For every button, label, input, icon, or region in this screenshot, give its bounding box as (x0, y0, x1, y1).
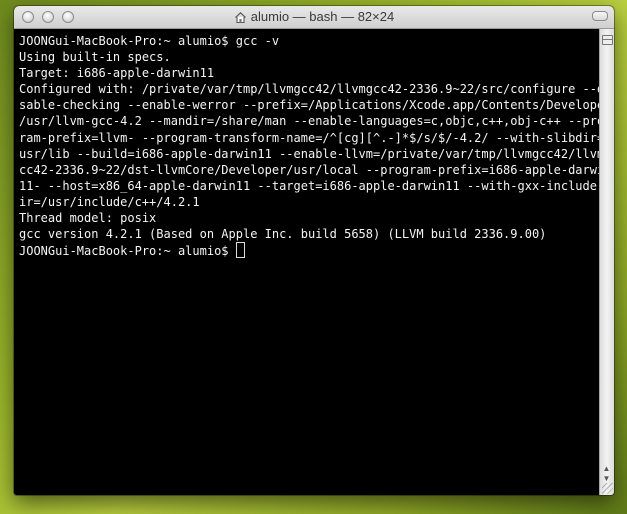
terminal-line: 11- --host=x86_64-apple-darwin11 --targe… (19, 178, 612, 193)
vertical-scrollbar[interactable]: ▲ ▼ (599, 29, 614, 495)
window-title-container: alumio — bash — 82×24 (14, 10, 614, 24)
terminal-line: Using built-in specs. (19, 50, 171, 65)
text-cursor (235, 242, 245, 259)
terminal-line: ir=/usr/include/c++/4.2.1 (19, 194, 200, 209)
terminal-line: sable-checking --enable-werror --prefix=… (19, 98, 612, 113)
terminal-window: alumio — bash — 82×24 JOONGui-MacBook-Pr… (14, 6, 614, 495)
terminal-line: gcc version 4.2.1 (Based on Apple Inc. b… (19, 227, 547, 242)
terminal-line: /usr/llvm-gcc-4.2 --mandir=/share/man --… (19, 114, 612, 129)
terminal-output[interactable]: JOONGui-MacBook-Pro:~ alumio$ gcc -v Usin… (14, 29, 612, 495)
terminal-line: ram-prefix=llvm- --program-transform-nam… (19, 130, 612, 145)
shell-prompt: JOONGui-MacBook-Pro:~ alumio$ (19, 244, 236, 259)
toolbar-toggle-button[interactable] (592, 11, 608, 21)
terminal-line: JOONGui-MacBook-Pro:~ alumio$ gcc -v (19, 34, 280, 48)
terminal-line: cc42-2336.9~22/dst-llvmCore/Developer/us… (19, 162, 612, 177)
terminal-line: Configured with: /private/var/tmp/llvmgc… (19, 82, 612, 97)
window-title: alumio — bash — 82×24 (250, 9, 395, 24)
resize-grip-icon[interactable] (602, 483, 613, 494)
house-icon (234, 11, 246, 23)
terminal-line: Target: i686-apple-darwin11 (19, 66, 215, 81)
scroll-down-arrow-icon[interactable]: ▼ (602, 474, 611, 483)
terminal-line: Thread model: posix (19, 211, 157, 226)
split-pane-icon[interactable] (602, 35, 613, 45)
title-bar[interactable]: alumio — bash — 82×24 (14, 6, 614, 29)
scroll-up-arrow-icon[interactable]: ▲ (602, 464, 611, 473)
prompt-line: JOONGui-MacBook-Pro:~ alumio$ (19, 242, 600, 259)
terminal-line: usr/lib --build=i686-apple-darwin11 --en… (19, 146, 612, 161)
